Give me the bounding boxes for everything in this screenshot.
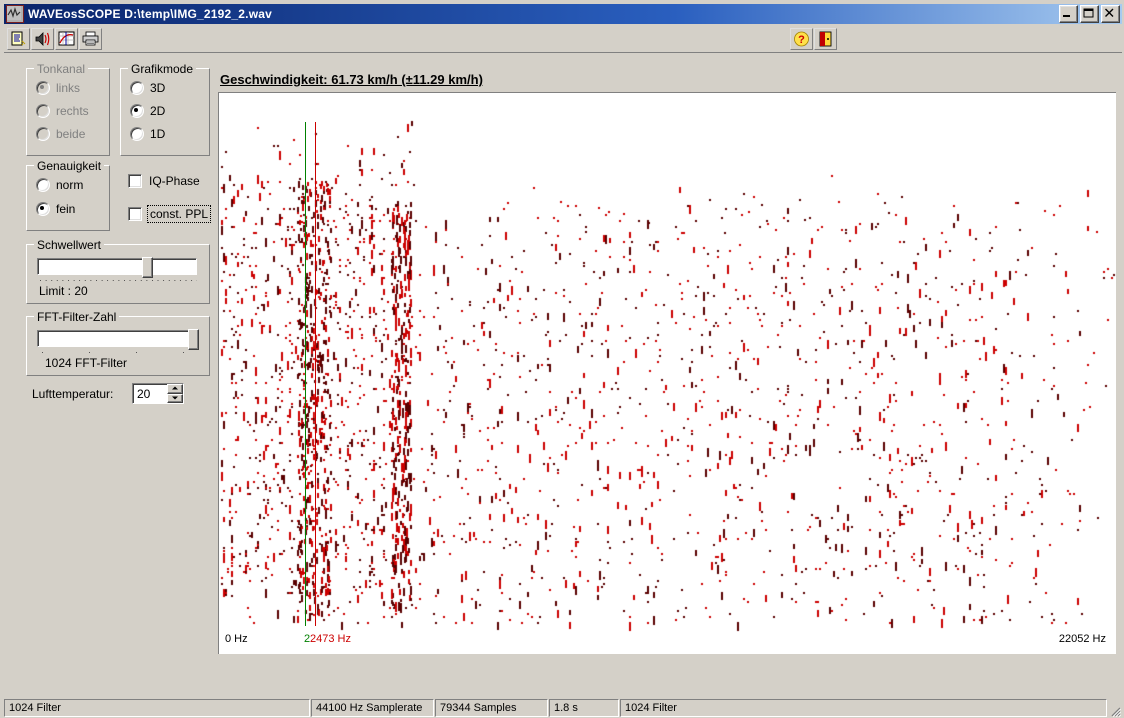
status-cell-duration: 1.8 s [549, 699, 619, 717]
lufttemperatur-value[interactable]: 20 [133, 387, 150, 401]
title-bar[interactable]: WAVEosSCOPE D:\temp\IMG_2192_2.wav [4, 4, 1122, 24]
axis-label-red-cursor: 2473 Hz [310, 633, 351, 645]
radio-label: links [56, 81, 81, 95]
radio-dot-icon [36, 81, 50, 95]
fft-filter-slider-thumb[interactable] [188, 329, 199, 350]
axis-label-left: 0 Hz [225, 633, 248, 645]
green-cursor[interactable] [305, 122, 306, 626]
toolbar-right-group: ? [790, 28, 838, 50]
radio-label: fein [56, 202, 76, 216]
status-bar: 1024 Filter 44100 Hz Samplerate 79344 Sa… [4, 698, 1122, 718]
radio-tonkanal-links: links [36, 81, 80, 95]
window-title: WAVEosSCOPE D:\temp\IMG_2192_2.wav [28, 7, 272, 21]
minimize-button[interactable] [1059, 5, 1078, 23]
radio-tonkanal-rechts: rechts [36, 104, 89, 118]
close-button[interactable] [1101, 5, 1120, 23]
checkbox-iq-phase[interactable]: IQ-Phase [128, 174, 200, 188]
resize-grip-icon[interactable] [1108, 698, 1122, 718]
print-icon[interactable] [79, 28, 102, 50]
svg-text:?: ? [798, 34, 805, 46]
radio-dot-icon [36, 104, 50, 118]
toolbar: ? [4, 26, 1122, 53]
app-wave-icon [6, 5, 24, 23]
help-icon[interactable]: ? [790, 28, 813, 50]
radio-grafikmode-2d[interactable]: 2D [130, 104, 165, 118]
window-controls [1059, 5, 1122, 23]
toolbar-left-group [7, 28, 103, 50]
radio-label: norm [56, 178, 84, 192]
red-cursor[interactable] [315, 122, 316, 626]
schwellwert-limit-label: Limit : 20 [39, 284, 88, 298]
maximize-button[interactable] [1080, 5, 1099, 23]
radio-dot-icon [130, 127, 144, 141]
radio-dot-icon [36, 202, 50, 216]
checkbox-box-icon [128, 207, 142, 221]
radio-grafikmode-1d[interactable]: 1D [130, 127, 165, 141]
radio-dot-icon [36, 127, 50, 141]
status-cell-filter: 1024 Filter [4, 699, 310, 717]
schwellwert-slider-track[interactable] [37, 257, 197, 278]
group-fft-filter-legend: FFT-Filter-Zahl [34, 310, 120, 324]
radio-dot-icon [36, 178, 50, 192]
radio-genauigkeit-norm[interactable]: norm [36, 178, 83, 192]
application-window: WAVEosSCOPE D:\temp\IMG_2192_2.wav ? Ton… [0, 0, 1124, 718]
radio-tonkanal-beide: beide [36, 127, 85, 141]
status-cell-filter2: 1024 Filter [620, 699, 1107, 717]
group-grafikmode: Grafikmode 3D 2D 1D [120, 62, 210, 156]
radio-label: 2D [150, 104, 166, 118]
checkbox-const-ppl[interactable]: const. PPL [128, 205, 212, 223]
status-cell-samples: 79344 Samples [435, 699, 548, 717]
group-schwellwert: Schwellwert ····························… [26, 238, 210, 304]
lufttemperatur-spinner[interactable]: 20 [132, 383, 184, 404]
lufttemperatur-label: Lufttemperatur: [32, 387, 114, 401]
checkbox-label: IQ-Phase [149, 174, 200, 188]
spinner-up-icon[interactable] [167, 384, 183, 394]
schwellwert-slider-thumb[interactable] [142, 257, 153, 278]
checkbox-box-icon [128, 174, 142, 188]
fft-filter-slider-ticks: ···· [41, 349, 185, 355]
radio-genauigkeit-fein[interactable]: fein [36, 202, 75, 216]
fft-filter-value-label: 1024 FFT-Filter [45, 356, 128, 370]
radio-grafikmode-3d[interactable]: 3D [130, 81, 165, 95]
radio-dot-icon [130, 104, 144, 118]
exit-icon[interactable] [814, 28, 837, 50]
group-genauigkeit-legend: Genauigkeit [34, 159, 105, 173]
spectrogram-plot[interactable]: 0 Hz 2 2473 Hz 22052 Hz [218, 92, 1116, 654]
radio-label: beide [56, 127, 86, 141]
axis-label-right: 22052 Hz [1058, 633, 1106, 645]
group-tonkanal-legend: Tonkanal [34, 62, 89, 76]
spinner-down-icon[interactable] [167, 393, 183, 403]
lufttemperatur-spin-buttons [167, 384, 183, 403]
group-schwellwert-legend: Schwellwert [34, 238, 105, 252]
group-genauigkeit: Genauigkeit norm fein [26, 159, 110, 231]
radio-label: 3D [150, 81, 166, 95]
status-cell-samplerate: 44100 Hz Samplerate [311, 699, 434, 717]
radio-label: rechts [56, 104, 89, 118]
spectrogram-canvas[interactable] [219, 93, 1116, 654]
group-tonkanal: Tonkanal links rechts beide [26, 62, 110, 156]
group-fft-filter-zahl: FFT-Filter-Zahl ···· 1024 FFT-Filter [26, 310, 210, 376]
page-title: Geschwindigkeit: 61.73 km/h (±11.29 km/h… [220, 72, 483, 87]
group-grafikmode-legend: Grafikmode [128, 62, 197, 76]
sound-icon[interactable] [31, 28, 54, 50]
graph-icon[interactable] [55, 28, 78, 50]
radio-label: 1D [150, 127, 166, 141]
radio-dot-icon [130, 81, 144, 95]
client-area: Tonkanal links rechts beide Grafikmode 3… [4, 54, 1122, 694]
fft-filter-slider-track[interactable] [37, 329, 199, 350]
checkbox-label: const. PPL [146, 205, 212, 223]
open-file-icon[interactable] [7, 28, 30, 50]
schwellwert-slider-ticks: ····························· [39, 277, 197, 283]
